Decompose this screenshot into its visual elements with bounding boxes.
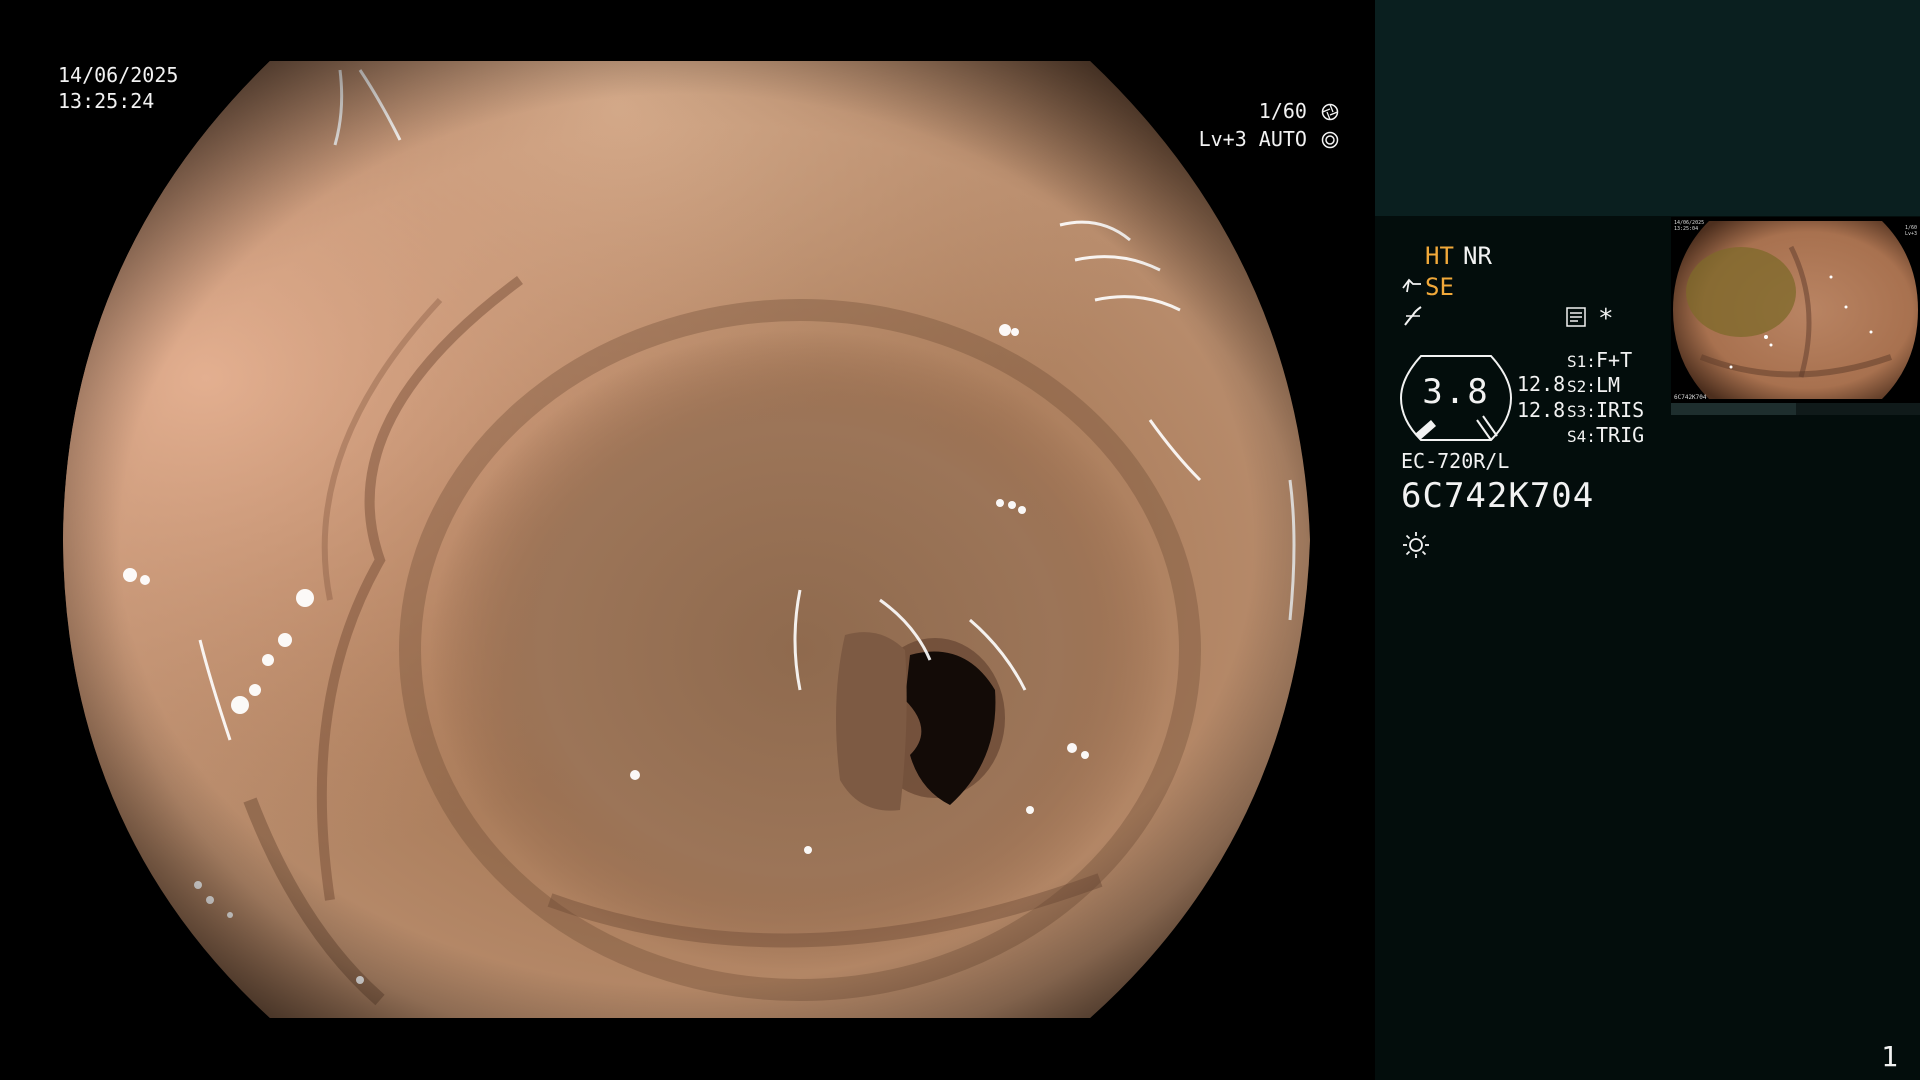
thumbnail-exposure-value: Lv+3 bbox=[1904, 231, 1917, 237]
thumbnail-serial: 6C742K704 bbox=[1674, 394, 1707, 401]
hand-suction-icon bbox=[1402, 278, 1421, 293]
asterisk-indicator: * bbox=[1598, 304, 1614, 334]
value-readout-2: 12.8 bbox=[1517, 398, 1566, 422]
switch-3-label: S3: bbox=[1567, 402, 1596, 421]
info-panel: HT NR SE * 3.8 12.8 12.8 S1: F+T S2: LM … bbox=[1375, 0, 1920, 1080]
exposure-readout: Lv+3 AUTO bbox=[1199, 126, 1339, 152]
switch-3-value: IRIS bbox=[1596, 398, 1645, 422]
endoscope-viewport: 14/06/2025 13:25:24 1/60 Lv+3 AUTO bbox=[0, 0, 1373, 1080]
scope-model: EC-720R/L bbox=[1401, 449, 1510, 473]
thumbnail-datetime: 14/06/2025 13:25:04 bbox=[1674, 220, 1704, 232]
value-readout-1: 12.8 bbox=[1517, 372, 1566, 396]
thumbnail-time: 13:25:04 bbox=[1674, 226, 1699, 232]
iris-icon bbox=[1321, 131, 1339, 149]
endoscopic-image bbox=[63, 61, 1310, 1018]
switch-4-label: S4: bbox=[1567, 427, 1596, 446]
se-indicator: SE bbox=[1425, 273, 1454, 301]
thumbnail-status-bar bbox=[1671, 403, 1920, 415]
date-readout: 14/06/2025 bbox=[58, 63, 179, 87]
ht-indicator: HT bbox=[1425, 242, 1454, 270]
captured-image-thumbnail[interactable]: 14/06/2025 13:25:04 1/60 Lv+3 6C742K704 bbox=[1671, 217, 1920, 403]
enhancement-curve-icon bbox=[1404, 306, 1422, 326]
gauge-value: 3.8 bbox=[1422, 372, 1490, 412]
page-number: 1 bbox=[1881, 1040, 1898, 1073]
switch-1-label: S1: bbox=[1567, 352, 1596, 371]
scope-serial-number: 6C742K704 bbox=[1401, 476, 1595, 516]
shutter-speed-readout: 1/60 bbox=[1259, 98, 1339, 124]
aperture-icon bbox=[1321, 103, 1339, 121]
panel-header-area bbox=[1375, 0, 1920, 216]
time-readout: 13:25:24 bbox=[58, 89, 155, 113]
exposure-value: Lv+3 AUTO bbox=[1198, 127, 1307, 151]
memo-icon bbox=[1566, 307, 1586, 327]
thumbnail-exposure: 1/60 Lv+3 bbox=[1905, 225, 1917, 237]
thumbnail-status-segment bbox=[1671, 403, 1796, 415]
switch-2-value: LM bbox=[1596, 373, 1621, 397]
switch-4-value: TRIG bbox=[1596, 423, 1645, 447]
shutter-speed-value: 1/60 bbox=[1258, 99, 1307, 123]
light-source-icon bbox=[1403, 532, 1429, 558]
switch-2-label: S2: bbox=[1567, 377, 1596, 396]
thumbnail-image bbox=[1673, 221, 1918, 399]
nr-indicator: NR bbox=[1463, 242, 1492, 270]
switch-1-value: F+T bbox=[1596, 348, 1633, 372]
